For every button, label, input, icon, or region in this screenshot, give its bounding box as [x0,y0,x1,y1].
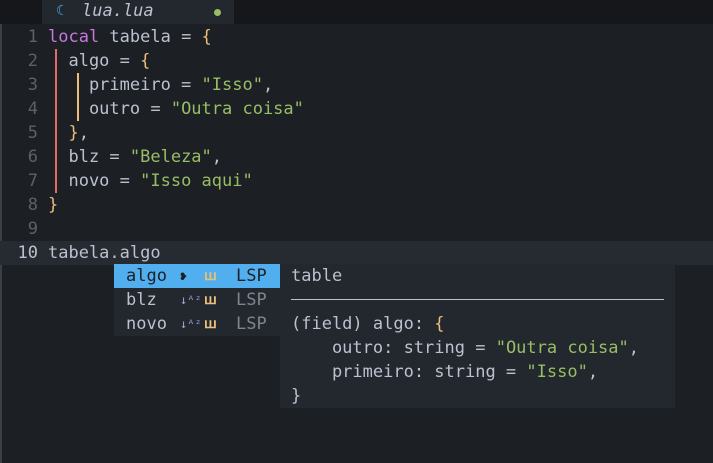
code-token: blz = [48,147,130,167]
code-line[interactable]: 7 novo = "Isso aqui" [0,169,713,193]
indent-guide [55,49,57,73]
tab-lua-file[interactable]: ☾ lua.lua [42,0,234,24]
indent-guide [55,97,57,121]
code-token: , [211,147,223,167]
code-line[interactable]: 6 blz = "Beleza", [0,145,713,169]
code-text: algo = { [48,49,150,73]
code-text: local tabela = { [48,25,212,49]
completion-source: LSP [236,290,267,310]
code-token: tabela = [99,27,202,47]
sort-az-icon: ↓ᴬᶻ [180,293,202,307]
indent-guide [55,169,57,193]
doc-field-primeiro: primeiro: string = "Isso", [291,360,598,384]
code-line[interactable]: 5 }, [0,121,713,145]
documentation-popup: table (field) algo: { outro: string = "O… [280,264,675,408]
code-token: { [140,51,151,71]
line-number: 6 [27,147,38,167]
code-line[interactable]: 9 [0,217,713,241]
doc-close-brace: } [291,386,302,406]
code-text: outro = "Outra coisa" [48,97,304,121]
code-token: { [201,27,212,47]
sort-az-icon: ↓ᴬᶻ [180,317,202,331]
code-token: algo = [48,51,141,71]
line-number: 4 [27,99,38,119]
code-token: novo = [48,171,141,191]
line-number: 1 [27,27,38,47]
tab-bar: ☾ lua.lua [0,0,713,24]
code-token: "Outra coisa" [170,99,304,119]
indent-guide [55,145,57,169]
doc-field-comma: , [628,338,640,358]
completion-label: algo [126,266,167,286]
completion-item-blz[interactable]: blz ↓ᴬᶻ ꟺ LSP [114,288,280,312]
code-token: "Isso" [201,75,263,95]
modified-dot-icon [214,9,221,16]
doc-field-text: primeiro: string = [291,362,527,382]
code-token: primeiro = [48,75,202,95]
lua-lsp-icon: ꟺ [204,268,217,284]
code-token: tabela.algo [48,243,161,263]
doc-open-brace: { [434,314,445,334]
line-number: 3 [27,75,38,95]
indent-guide [55,73,57,97]
lua-lsp-icon: ꟺ [204,316,217,332]
completion-item-algo[interactable]: algo ❥ ꟺ LSP [114,264,280,288]
lua-file-icon: ☾ [56,3,65,19]
code-token: , [78,123,89,143]
indent-guide [55,121,57,145]
completion-source: LSP [236,266,267,286]
code-text: primeiro = "Isso", [48,73,273,97]
code-line[interactable]: 4 outro = "Outra coisa" [0,97,713,121]
indent-guide [77,97,79,121]
code-token: , [262,75,274,95]
doc-field-value: "Outra coisa" [495,338,629,358]
completion-menu: algo ❥ ꟺ LSP blz ↓ᴬᶻ ꟺ LSP novo ↓ᴬᶻ ꟺ LSP [114,264,280,336]
completion-label: novo [126,314,167,334]
doc-separator [291,299,664,300]
code-token: } [68,123,79,143]
doc-field-text: outro: string = [291,338,496,358]
field-icon: ❥ [180,269,188,283]
doc-type-header: table [291,266,343,286]
doc-field-comma: , [587,362,599,382]
doc-signature: (field) algo: [291,314,435,334]
code-line[interactable]: 8} [0,193,713,217]
code-token: local [48,27,100,47]
line-number: 9 [27,219,38,239]
lua-lsp-icon: ꟺ [204,292,217,308]
line-number: 7 [27,171,38,191]
indent-guide [77,73,79,97]
code-token: } [48,195,59,215]
code-text: } [48,193,58,217]
line-number: 5 [27,123,38,143]
tab-title: lua.lua [82,1,154,21]
code-token: "Isso aqui" [140,171,253,191]
completion-label: blz [126,290,157,310]
code-line[interactable]: 2 algo = { [0,49,713,73]
code-token: "Beleza" [129,147,212,167]
line-number: 8 [27,195,38,215]
doc-signature-line: (field) algo: { [291,312,445,336]
completion-source: LSP [236,314,267,334]
code-text: novo = "Isso aqui" [48,169,253,193]
code-token: outro = [48,99,171,119]
doc-field-outro: outro: string = "Outra coisa", [291,336,639,360]
line-number: 10 [17,243,38,263]
doc-field-value: "Isso" [526,362,588,382]
code-text: blz = "Beleza", [48,145,222,169]
code-text: tabela.algo [48,241,161,265]
code-line[interactable]: 1 local tabela = { [0,25,713,49]
completion-item-novo[interactable]: novo ↓ᴬᶻ ꟺ LSP [114,312,280,336]
code-line[interactable]: 3 primeiro = "Isso", [0,73,713,97]
code-line[interactable]: 10 tabela.algo [0,241,713,265]
line-number: 2 [27,51,38,71]
